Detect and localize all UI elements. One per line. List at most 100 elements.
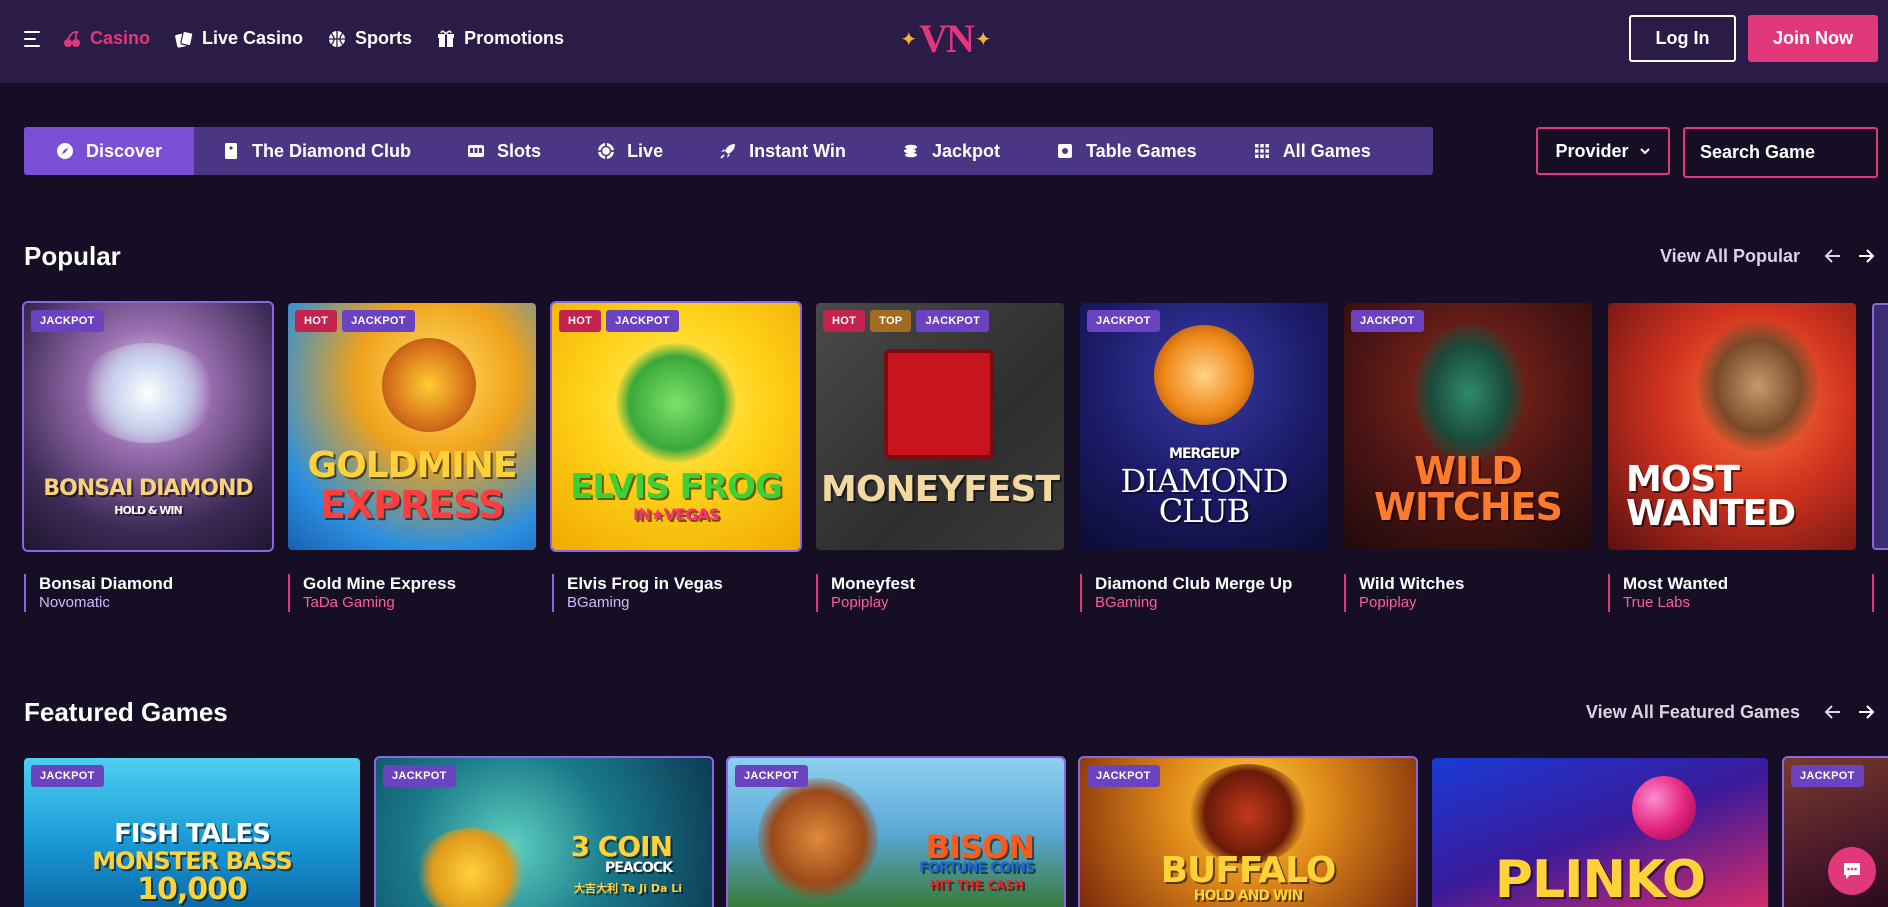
nav-live-casino-label: Live Casino: [202, 28, 304, 48]
game-thumbnail: WILD WITCHES: [1344, 303, 1592, 550]
game-name[interactable]: Wild Witches: [1359, 574, 1464, 594]
nav-casino-label: Casino: [90, 28, 151, 48]
game-provider[interactable]: True Labs: [1623, 594, 1728, 612]
badge-group: JACKPOT: [383, 765, 456, 787]
category-slots[interactable]: Slots: [439, 127, 569, 175]
game-card-wild-witches[interactable]: WILD WITCHES JACKPOT: [1344, 303, 1592, 550]
jackpot-badge: JACKPOT: [1351, 310, 1424, 332]
view-all-popular-link[interactable]: View All Popular: [1640, 246, 1800, 267]
game-provider[interactable]: Popiplay: [1359, 594, 1464, 612]
category-discover[interactable]: Discover: [24, 127, 195, 175]
popular-section-title: Popular: [24, 241, 121, 271]
game-name[interactable]: Diamond Club Merge Up: [1095, 574, 1292, 594]
game-card-3-coin-peacock[interactable]: 3 COIN PEACOCK 大吉大利 Ta Ji Da Li JACKPOT: [374, 756, 714, 907]
game-meta: Gold Mine Express TaDa Gaming: [288, 574, 456, 612]
diamond-art: [1154, 325, 1254, 425]
category-jackpot[interactable]: Jackpot: [874, 127, 1028, 175]
nav-sports-label: Sports: [355, 28, 413, 48]
game-art-subtitle: EXPRESS: [319, 483, 505, 527]
game-card-moneyfest[interactable]: MONEYFEST HOT TOP JACKPOT: [816, 303, 1064, 550]
game-card-gold-mine-express[interactable]: GOLDMINE EXPRESS HOT JACKPOT: [288, 303, 536, 550]
badge-group: JACKPOT: [1791, 765, 1864, 787]
game-meta: Wild Witches Popiplay: [1344, 574, 1464, 612]
hamburger-menu-icon[interactable]: [24, 31, 42, 47]
nav-casino[interactable]: Casino: [62, 28, 150, 49]
site-logo[interactable]: ✦ VN ✦: [900, 16, 991, 62]
game-card-bonsai-diamond[interactable]: BONSAI DIAMOND HOLD & WIN JACKPOT: [22, 301, 274, 552]
search-input[interactable]: [1685, 129, 1888, 176]
safe-art: [884, 349, 994, 459]
badge-group: JACKPOT: [31, 765, 104, 787]
login-button[interactable]: Log In: [1629, 15, 1736, 62]
game-name[interactable]: Bonsai Diamond: [39, 574, 173, 594]
popular-prev-arrow-icon[interactable]: [1823, 246, 1843, 266]
game-art-title: 3 COIN: [570, 830, 673, 863]
game-provider[interactable]: TaDa Gaming: [303, 594, 456, 612]
category-label: The Diamond Club: [252, 140, 412, 161]
category-label: Instant Win: [749, 140, 846, 161]
category-table-games[interactable]: Table Games: [1028, 127, 1225, 175]
chat-bubble-icon: [1844, 863, 1860, 879]
game-art-title: GOLDMINE: [307, 445, 518, 486]
game-art-amount: 10,000: [137, 872, 248, 907]
frog-art: [616, 343, 736, 463]
featured-next-arrow-icon[interactable]: [1856, 702, 1876, 722]
game-card-bison-fortune-coins[interactable]: BISON FORTUNE COINS HIT THE CASH JACKPOT: [726, 756, 1066, 907]
game-art-subtitle: MONSTER BASS: [92, 847, 293, 875]
game-thumbnail: ELVIS FROG IN★VEGAS: [550, 301, 802, 552]
popular-next-arrow-icon[interactable]: [1856, 246, 1876, 266]
game-art-title: BISON: [925, 828, 1035, 866]
join-now-button[interactable]: Join Now: [1748, 15, 1878, 62]
game-name[interactable]: Gold Mine Express: [303, 574, 456, 594]
game-card-elvis-frog[interactable]: ELVIS FROG IN★VEGAS HOT JACKPOT: [550, 301, 802, 552]
game-art-subtitle: IN★VEGAS: [632, 505, 720, 524]
category-label: All Games: [1282, 140, 1371, 161]
game-card-most-wanted[interactable]: MOST WANTED: [1608, 303, 1856, 550]
table-square-icon: [1057, 144, 1072, 158]
game-name[interactable]: Elvis Frog in Vegas: [567, 574, 723, 594]
game-meta: Diamond Club Merge Up BGaming: [1080, 574, 1292, 612]
game-art-title: PLINKO: [1494, 850, 1706, 907]
game-thumbnail: MONEYFEST: [816, 303, 1064, 550]
jackpot-badge: JACKPOT: [383, 765, 456, 787]
game-provider[interactable]: Popiplay: [831, 594, 915, 612]
category-diamond-club[interactable]: The Diamond Club: [194, 127, 439, 175]
jackpot-badge: JACKPOT: [735, 765, 808, 787]
bookmark-card-icon: [225, 143, 238, 159]
game-provider[interactable]: BGaming: [1095, 594, 1292, 612]
game-card-diamond-club-merge-up[interactable]: MERGEUP DIAMOND CLUB JACKPOT: [1080, 303, 1328, 550]
game-name[interactable]: Moneyfest: [831, 574, 915, 594]
ball-icon: [329, 30, 346, 47]
game-thumbnail: GOLDMINE EXPRESS: [288, 303, 536, 550]
game-meta: Bonsai Diamond Novomatic: [24, 574, 173, 612]
category-all-games[interactable]: All Games: [1225, 127, 1399, 175]
game-provider[interactable]: BGaming: [567, 594, 723, 612]
game-card-partial[interactable]: [1872, 303, 1888, 550]
game-card-fish-tales[interactable]: FISH TALES MONSTER BASS 10,000 JACKPOT: [24, 758, 360, 907]
provider-dropdown[interactable]: Provider: [1536, 127, 1670, 175]
game-card-plinko[interactable]: PLINKO: [1432, 758, 1768, 907]
grid-icon: [1254, 144, 1269, 158]
game-art-subtitle: HOLD & WIN: [114, 504, 182, 517]
cowboy-art: [1698, 321, 1818, 451]
game-provider[interactable]: Novomatic: [39, 594, 173, 612]
category-live[interactable]: Live: [569, 127, 691, 175]
category-instant-win[interactable]: Instant Win: [691, 127, 874, 175]
badge-group: JACKPOT: [31, 310, 104, 332]
view-all-featured-link[interactable]: View All Featured Games: [1560, 702, 1800, 723]
nav-sports[interactable]: Sports: [327, 28, 412, 49]
nav-live-casino[interactable]: Live Casino: [174, 28, 303, 49]
game-meta: Most Wanted True Labs: [1608, 574, 1728, 612]
game-art-title: BUFFALO: [1160, 850, 1337, 891]
provider-label: Provider: [1555, 140, 1629, 161]
game-card-buffalo-hold-and-win[interactable]: BUFFALO HOLD AND WIN JACKPOT: [1078, 756, 1418, 907]
slot-machine-icon: [468, 145, 485, 157]
game-art-title: WILD: [1414, 449, 1523, 493]
nav-promotions[interactable]: Promotions: [436, 28, 564, 49]
top-badge: TOP: [870, 310, 912, 332]
game-art-title: BONSAI DIAMOND: [43, 476, 253, 501]
live-chat-button[interactable]: [1828, 847, 1876, 895]
featured-prev-arrow-icon[interactable]: [1823, 702, 1843, 722]
badge-group: JACKPOT: [1087, 310, 1160, 332]
game-name[interactable]: Most Wanted: [1623, 574, 1728, 594]
